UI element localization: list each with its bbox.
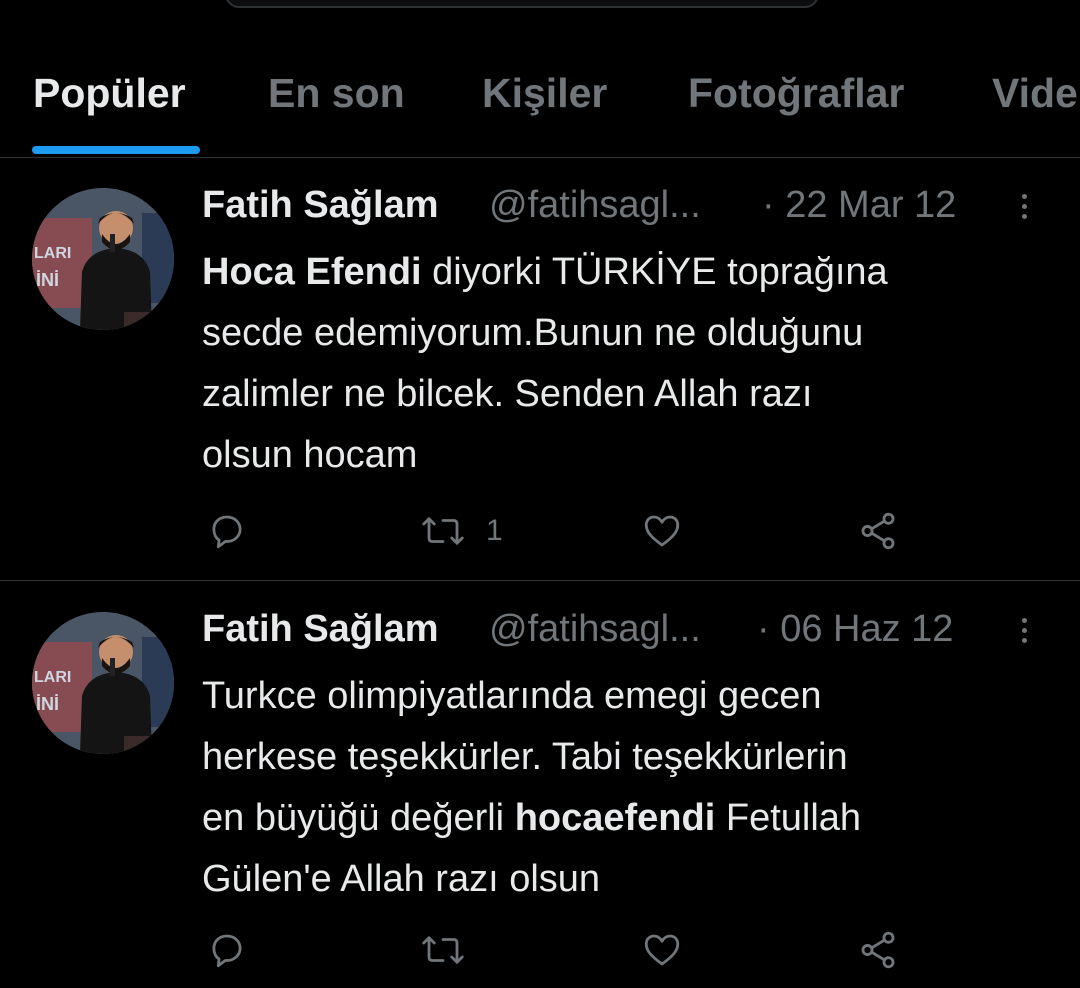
tweet[interactable]: LARI İNİ Fatih Sağlam @fatihsagl... · 22…	[0, 158, 1080, 581]
tweet-text-line: herkese teşekkürler. Tabi teşekkürlerin	[202, 736, 848, 778]
active-tab-indicator	[32, 146, 200, 154]
like-icon	[644, 934, 680, 966]
tab-latest[interactable]: En son	[268, 70, 405, 117]
author-name[interactable]: Fatih Sağlam	[202, 608, 439, 651]
retweet-count: 1	[486, 514, 503, 547]
tweet-text-line: en büyüğü değerli hocaefendi Fetullah	[202, 788, 1062, 849]
tweet-date[interactable]: · 06 Haz 12	[757, 608, 953, 651]
like-button[interactable]	[640, 506, 684, 556]
tab-popular[interactable]: Popüler	[33, 70, 186, 117]
avatar[interactable]: LARI İNİ	[32, 612, 174, 754]
search-tabs: Popüler En son Kişiler Fotoğraflar Vide	[0, 40, 1080, 158]
tweet-header: Fatih Sağlam @fatihsagl... · 06 Haz 12	[202, 608, 1062, 658]
svg-text:İNİ: İNİ	[36, 270, 59, 290]
more-options-icon[interactable]	[1014, 190, 1034, 226]
share-button[interactable]	[856, 925, 900, 975]
tweet-header: Fatih Sağlam @fatihsagl... · 22 Mar 12	[202, 184, 1062, 234]
like-button[interactable]	[640, 925, 684, 975]
tweet-text-segment: diyorki TÜRKİYE toprağına	[421, 251, 888, 293]
reply-icon	[212, 934, 242, 968]
retweet-icon	[422, 936, 464, 964]
author-handle[interactable]: @fatihsagl...	[489, 608, 701, 651]
svg-text:LARI: LARI	[34, 245, 71, 262]
share-icon	[861, 931, 895, 969]
tweet-text-line: olsun hocam	[202, 434, 418, 476]
tweet-text-bold: Hoca Efendi	[202, 251, 422, 293]
more-options-icon[interactable]	[1014, 614, 1034, 650]
reply-button[interactable]	[206, 506, 248, 556]
svg-text:İNİ: İNİ	[36, 694, 59, 714]
reply-icon	[212, 515, 242, 549]
tweet-text-line: secde edemiyorum.Bunun ne olduğunu	[202, 312, 864, 354]
tab-videos[interactable]: Vide	[992, 70, 1078, 117]
tweet-text-line: Gülen'e Allah razı olsun	[202, 858, 601, 900]
reply-button[interactable]	[206, 925, 248, 975]
share-icon	[861, 512, 895, 550]
tweet-text-line: Turkce olimpiyatlarında emegi gecen	[202, 675, 822, 717]
tweet-text-line: Hoca Efendi diyorki TÜRKİYE toprağına	[202, 242, 1062, 303]
like-icon	[644, 515, 680, 547]
tweet-actions	[202, 925, 962, 975]
tweet-text: Turkce olimpiyatlarında emegi gecen herk…	[202, 666, 1062, 910]
search-bar-edge	[225, 0, 819, 8]
avatar[interactable]: LARI İNİ	[32, 188, 174, 330]
share-button[interactable]	[856, 506, 900, 556]
svg-text:LARI: LARI	[34, 669, 71, 686]
author-handle[interactable]: @fatihsagl...	[489, 184, 701, 227]
tweet-date[interactable]: · 22 Mar 12	[762, 184, 956, 227]
retweet-button[interactable]: 1	[420, 506, 503, 556]
tweet-text-bold: hocaefendi	[514, 797, 716, 839]
tweet-actions: 1	[202, 506, 962, 556]
tweet[interactable]: LARI İNİ Fatih Sağlam @fatihsagl... · 06…	[0, 582, 1080, 988]
retweet-button[interactable]	[420, 925, 486, 975]
tweet-text-segment: en büyüğü değerli	[202, 797, 515, 839]
tab-photos[interactable]: Fotoğraflar	[688, 70, 904, 117]
tweet-text: Hoca Efendi diyorki TÜRKİYE toprağına se…	[202, 242, 1062, 486]
retweet-icon	[422, 517, 464, 545]
author-name[interactable]: Fatih Sağlam	[202, 184, 439, 227]
tweet-text-line: zalimler ne bilcek. Senden Allah razı	[202, 373, 813, 415]
tab-people[interactable]: Kişiler	[482, 70, 607, 117]
tweet-text-segment: Fetullah	[715, 797, 862, 839]
